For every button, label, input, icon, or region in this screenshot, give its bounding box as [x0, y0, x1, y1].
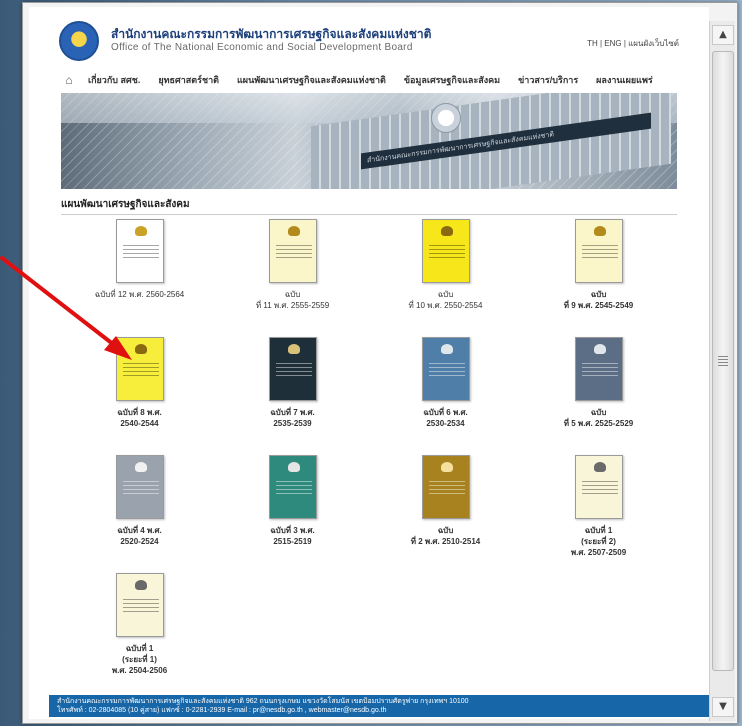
site-header: สำนักงานคณะกรรมการพัฒนาการเศรษฐกิจและสัง… [29, 7, 709, 69]
plan-book-item[interactable]: ฉบับ ที่ 11 พ.ศ. 2555-2559 [216, 219, 369, 329]
plan-book-item[interactable]: ฉบับที่ 6 พ.ศ. 2530-2534 [369, 337, 522, 447]
cover-text-lines [428, 360, 465, 379]
home-icon[interactable]: ⌂ [59, 73, 79, 87]
plan-book-cover[interactable] [421, 455, 470, 519]
cover-text-lines [275, 360, 312, 379]
plan-book-label[interactable]: ฉบับที่ 7 พ.ศ. 2535-2539 [270, 407, 315, 429]
plan-book-item[interactable]: ฉบับที่ 7 พ.ศ. 2535-2539 [216, 337, 369, 447]
plan-book-label[interactable]: ฉบับที่ 8 พ.ศ. 2540-2544 [117, 407, 162, 429]
cover-text-lines [275, 478, 312, 497]
plan-book-label[interactable]: ฉบับที่ 12 พ.ศ. 2560-2564 [95, 289, 185, 300]
garuda-emblem-icon [593, 226, 606, 236]
plan-book-cover[interactable] [421, 219, 470, 283]
plan-book-item[interactable]: ฉบับที่ 12 พ.ศ. 2560-2564 [63, 219, 216, 329]
plan-book-label[interactable]: ฉบับที่ 1 (ระยะที่ 1) พ.ศ. 2504-2506 [112, 643, 167, 676]
nav-item-data[interactable]: ข้อมูลเศรษฐกิจและสังคม [395, 73, 509, 87]
plan-book-cover[interactable] [268, 337, 317, 401]
plan-book-label[interactable]: ฉบับที่ 3 พ.ศ. 2515-2519 [270, 525, 315, 547]
nav-item-about[interactable]: เกี่ยวกับ สศช. [79, 73, 149, 87]
footer-address: สำนักงานคณะกรรมการพัฒนาการเศรษฐกิจและสัง… [57, 698, 469, 705]
plan-book-item[interactable]: ฉบับที่ 1 (ระยะที่ 1) พ.ศ. 2504-2506 [63, 573, 216, 683]
cover-text-lines [122, 596, 159, 615]
garuda-emblem-icon [134, 344, 147, 354]
garuda-emblem-icon [593, 462, 606, 472]
plan-book-item[interactable]: ฉบับ ที่ 5 พ.ศ. 2525-2529 [522, 337, 675, 447]
plan-book-cover[interactable] [574, 455, 623, 519]
header-banner-image: สำนักงานคณะกรรมการพัฒนาการเศรษฐกิจและสัง… [61, 93, 677, 189]
banner-seal-icon [431, 103, 461, 133]
garuda-emblem-icon [287, 344, 300, 354]
org-name-english: Office of The National Economic and Soci… [111, 42, 413, 53]
garuda-emblem-icon [287, 226, 300, 236]
browser-window: สำนักงานคณะกรรมการพัฒนาการเศรษฐกิจและสัง… [22, 2, 738, 724]
plan-book-cover[interactable] [574, 337, 623, 401]
nesdb-logo-icon[interactable] [59, 21, 99, 61]
plan-book-label[interactable]: ฉบับที่ 6 พ.ศ. 2530-2534 [423, 407, 468, 429]
cover-text-lines [428, 478, 465, 497]
plan-book-item[interactable]: ฉบับที่ 3 พ.ศ. 2515-2519 [216, 455, 369, 565]
nav-item-plans[interactable]: แผนพัฒนาเศรษฐกิจและสังคมแห่งชาติ [228, 73, 395, 87]
plan-book-label[interactable]: ฉบับ ที่ 9 พ.ศ. 2545-2549 [564, 289, 633, 311]
site-footer: สำนักงานคณะกรรมการพัฒนาการเศรษฐกิจและสัง… [49, 695, 709, 717]
plan-book-item[interactable]: ฉบับ ที่ 9 พ.ศ. 2545-2549 [522, 219, 675, 329]
nav-item-publications[interactable]: ผลงานเผยแพร่ [587, 73, 662, 87]
plan-book-item[interactable]: ฉบับที่ 8 พ.ศ. 2540-2544 [63, 337, 216, 447]
plan-book-item[interactable]: ฉบับที่ 4 พ.ศ. 2520-2524 [63, 455, 216, 565]
scrollbar-grip-icon [718, 356, 728, 366]
cover-text-lines [581, 478, 618, 497]
cover-text-lines [122, 478, 159, 497]
cover-text-lines [122, 242, 159, 261]
plan-book-cover[interactable] [421, 337, 470, 401]
garuda-emblem-icon [440, 462, 453, 472]
cover-text-lines [581, 360, 618, 379]
plan-book-item[interactable]: ฉบับ ที่ 10 พ.ศ. 2550-2554 [369, 219, 522, 329]
scroll-up-arrow-icon[interactable]: ▲ [712, 25, 734, 45]
plan-book-cover[interactable] [268, 219, 317, 283]
cover-text-lines [275, 242, 312, 261]
garuda-emblem-icon [593, 344, 606, 354]
plan-book-grid: ฉบับที่ 12 พ.ศ. 2560-2564 ฉบับ ที่ 11 พ.ศ… [63, 219, 675, 683]
web-page: สำนักงานคณะกรรมการพัฒนาการเศรษฐกิจและสัง… [29, 7, 709, 719]
plan-book-label[interactable]: ฉบับ ที่ 11 พ.ศ. 2555-2559 [256, 289, 329, 311]
language-links[interactable]: TH | ENG | แผนผังเว็บไซต์ [587, 37, 679, 50]
plan-book-item[interactable]: ฉบับที่ 1 (ระยะที่ 2) พ.ศ. 2507-2509 [522, 455, 675, 565]
plan-book-label[interactable]: ฉบับที่ 4 พ.ศ. 2520-2524 [117, 525, 162, 547]
plan-book-cover[interactable] [115, 219, 164, 283]
scroll-down-arrow-icon[interactable]: ▼ [712, 697, 734, 717]
garuda-emblem-icon [440, 226, 453, 236]
section-title: แผนพัฒนาเศรษฐกิจและสังคม [61, 197, 677, 215]
plan-book-cover[interactable] [574, 219, 623, 283]
cover-text-lines [428, 242, 465, 261]
garuda-emblem-icon [134, 580, 147, 590]
nav-item-strategy[interactable]: ยุทธศาสตร์ชาติ [149, 73, 228, 87]
nav-item-news[interactable]: ข่าวสาร/บริการ [509, 73, 587, 87]
plan-book-label[interactable]: ฉบับ ที่ 10 พ.ศ. 2550-2554 [409, 289, 483, 311]
footer-contact: โทรศัพท์ : 02-2804085 (10 คู่สาย) แฟกซ์ … [57, 707, 387, 714]
cover-text-lines [581, 242, 618, 261]
garuda-emblem-icon [134, 226, 147, 236]
plan-book-label[interactable]: ฉบับ ที่ 5 พ.ศ. 2525-2529 [564, 407, 633, 429]
garuda-emblem-icon [440, 344, 453, 354]
plan-book-cover[interactable] [115, 337, 164, 401]
plan-book-label[interactable]: ฉบับที่ 1 (ระยะที่ 2) พ.ศ. 2507-2509 [571, 525, 626, 558]
plan-book-label[interactable]: ฉบับ ที่ 2 พ.ศ. 2510-2514 [411, 525, 480, 547]
scrollbar-thumb[interactable] [712, 51, 734, 671]
plan-book-item[interactable]: ฉบับ ที่ 2 พ.ศ. 2510-2514 [369, 455, 522, 565]
cover-text-lines [122, 360, 159, 379]
plan-book-cover[interactable] [268, 455, 317, 519]
garuda-emblem-icon [134, 462, 147, 472]
main-nav: ⌂ เกี่ยวกับ สศช. ยุทธศาสตร์ชาติ แผนพัฒนา… [59, 69, 679, 91]
plan-book-cover[interactable] [115, 455, 164, 519]
vertical-scrollbar[interactable]: ▲ ▼ [709, 21, 735, 721]
plan-book-cover[interactable] [115, 573, 164, 637]
garuda-emblem-icon [287, 462, 300, 472]
